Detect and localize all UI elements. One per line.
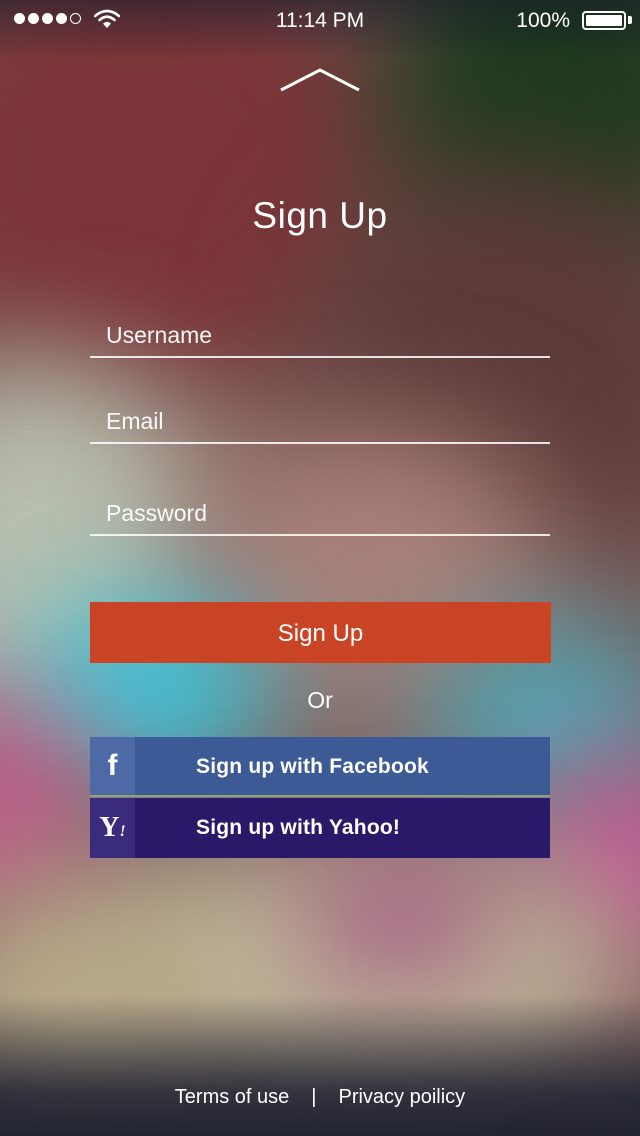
- battery-tip: [628, 16, 632, 24]
- chevron-up-icon[interactable]: [278, 66, 362, 99]
- email-field[interactable]: [90, 400, 550, 444]
- signup-screen: 11:14 PM 100% Sign Up Sign Up Or f Sign …: [0, 0, 640, 1136]
- privacy-policy-link[interactable]: Privacy poilicy: [338, 1086, 465, 1108]
- password-input[interactable]: [90, 492, 550, 534]
- sign-up-button[interactable]: Sign Up: [90, 602, 551, 663]
- page-title: Sign Up: [252, 195, 388, 236]
- facebook-signup-button[interactable]: f Sign up with Facebook: [90, 737, 550, 797]
- or-divider-text: Or: [307, 687, 333, 713]
- terms-of-use-link[interactable]: Terms of use: [175, 1086, 289, 1108]
- username-input[interactable]: [90, 314, 550, 356]
- yahoo-icon: Y!: [90, 798, 135, 858]
- footer-links: Terms of use | Privacy poilicy: [0, 1086, 640, 1109]
- password-field[interactable]: [90, 492, 550, 536]
- blurred-background: [0, 0, 640, 1136]
- username-field[interactable]: [90, 314, 550, 358]
- yahoo-signup-button[interactable]: Y! Sign up with Yahoo!: [90, 798, 550, 858]
- yahoo-signup-label: Sign up with Yahoo!: [196, 816, 401, 839]
- facebook-signup-label: Sign up with Facebook: [196, 755, 429, 778]
- facebook-icon: f: [90, 737, 135, 795]
- battery-icon: [582, 11, 626, 30]
- footer-separator: |: [311, 1086, 317, 1108]
- battery-percentage: 100%: [516, 9, 570, 32]
- status-bar: 11:14 PM 100%: [0, 0, 640, 40]
- email-input[interactable]: [90, 400, 550, 442]
